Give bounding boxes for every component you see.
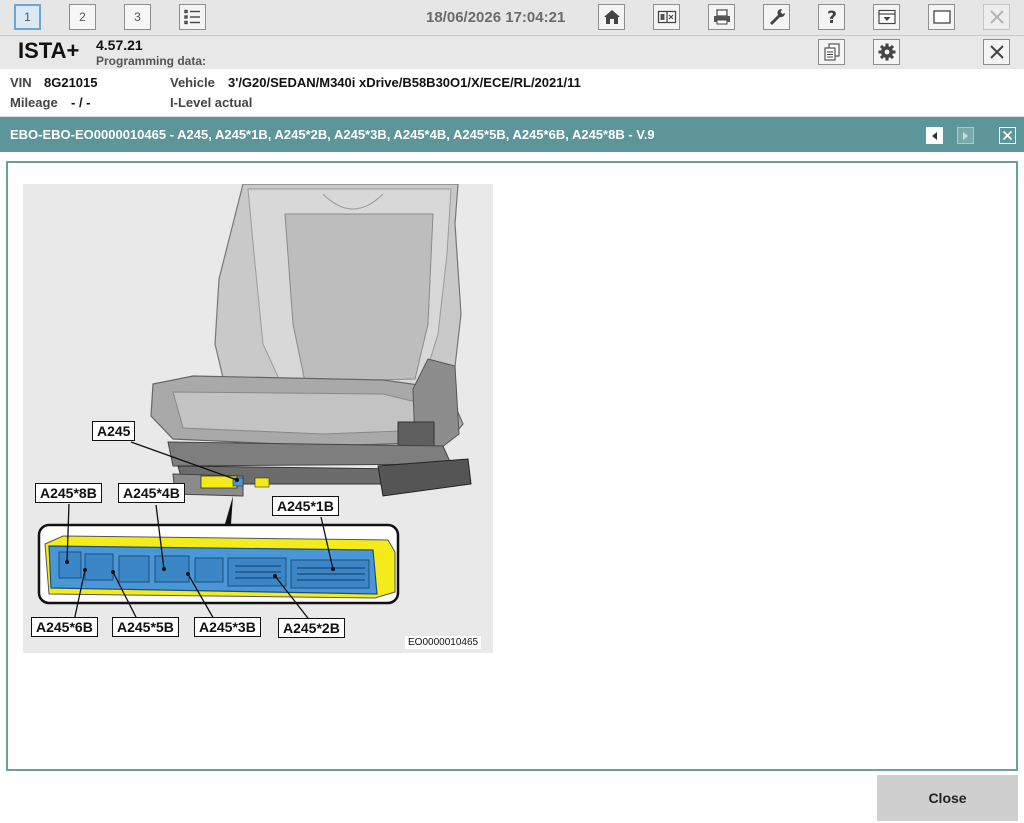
split-view-button[interactable] — [653, 4, 680, 30]
session-tab-2-label: 2 — [79, 10, 86, 24]
dropdown-panel-button[interactable] — [873, 4, 900, 30]
callout-a245-3b: A245*3B — [194, 617, 261, 637]
vehicle-label: Vehicle — [170, 75, 215, 90]
ilevel-label: I-Level actual — [170, 95, 253, 110]
figure-id: EO0000010465 — [405, 636, 482, 649]
app-name: ISTA+ — [18, 38, 80, 63]
session-tab-1-label: 1 — [24, 10, 31, 24]
window-button[interactable] — [928, 4, 955, 30]
callout-a245-2b: A245*2B — [278, 618, 345, 638]
documents-button[interactable] — [818, 39, 845, 65]
wrench-icon — [769, 9, 785, 25]
list-icon — [184, 9, 200, 25]
split-view-icon — [657, 10, 676, 24]
svg-text:?: ? — [827, 8, 837, 27]
datetime-display: 18/06/2026 17:04:21 — [426, 9, 566, 26]
dropdown-panel-icon — [877, 9, 896, 25]
callout-a245: A245 — [92, 421, 136, 441]
callout-a245-1b: A245*1B — [272, 496, 339, 516]
session-tab-1[interactable]: 1 — [14, 4, 41, 30]
window-icon — [932, 10, 951, 24]
help-icon: ? — [827, 8, 837, 27]
session-tab-2[interactable]: 2 — [69, 4, 96, 30]
vehicle-value: 3'/G20/SEDAN/M340i xDrive/B58B30O1/X/ECE… — [228, 75, 581, 90]
close-button[interactable]: Close — [877, 775, 1018, 821]
vin-value: 8G21015 — [44, 75, 98, 90]
app-close-button[interactable] — [983, 4, 1010, 30]
help-button[interactable]: ? — [818, 4, 845, 30]
print-icon — [713, 9, 730, 25]
mileage-label: Mileage — [10, 95, 58, 110]
top-toolbar: 1 2 3 18/06/2026 17:04:21 ? — [0, 0, 1024, 36]
vin-label: VIN — [10, 75, 32, 90]
next-document-button[interactable] — [957, 127, 974, 144]
callout-a245-4b: A245*4B — [118, 483, 185, 503]
app-version: 4.57.21 — [96, 37, 143, 53]
document-title: EBO-EBO-EO0000010465 - A245, A245*1B, A2… — [10, 127, 655, 142]
seat-illustration — [37, 184, 472, 623]
arrow-left-icon — [932, 131, 937, 140]
callout-a245-8b: A245*8B — [35, 483, 102, 503]
workshop-button[interactable] — [763, 4, 790, 30]
list-button[interactable] — [179, 4, 206, 30]
close-button-label: Close — [928, 790, 967, 806]
close-icon — [989, 10, 1004, 24]
home-button[interactable] — [598, 4, 625, 30]
document-title-bar: EBO-EBO-EO0000010465 - A245, A245*1B, A2… — [0, 117, 1024, 152]
session-tab-3-label: 3 — [134, 10, 141, 24]
seat-connector-figure — [23, 184, 493, 653]
close-icon — [1002, 130, 1013, 141]
close-icon — [989, 45, 1004, 59]
previous-document-button[interactable] — [926, 127, 943, 144]
settings-button[interactable] — [873, 39, 900, 65]
arrow-right-icon — [963, 131, 968, 140]
home-icon — [603, 10, 620, 24]
programming-data-label: Programming data: — [96, 54, 207, 68]
documents-icon — [823, 43, 840, 61]
session-close-button[interactable] — [983, 39, 1010, 65]
mileage-value: - / - — [71, 95, 91, 110]
vehicle-info: VIN 8G21015 Mileage - / - Vehicle 3'/G20… — [0, 69, 1024, 117]
callout-a245-5b: A245*5B — [112, 617, 179, 637]
document-close-button[interactable] — [999, 127, 1016, 144]
app-header: ISTA+ 4.57.21 Programming data: — [0, 36, 1024, 69]
callout-a245-6b: A245*6B — [31, 617, 98, 637]
print-button[interactable] — [708, 4, 735, 30]
session-tab-3[interactable]: 3 — [124, 4, 151, 30]
gear-icon — [878, 43, 895, 61]
